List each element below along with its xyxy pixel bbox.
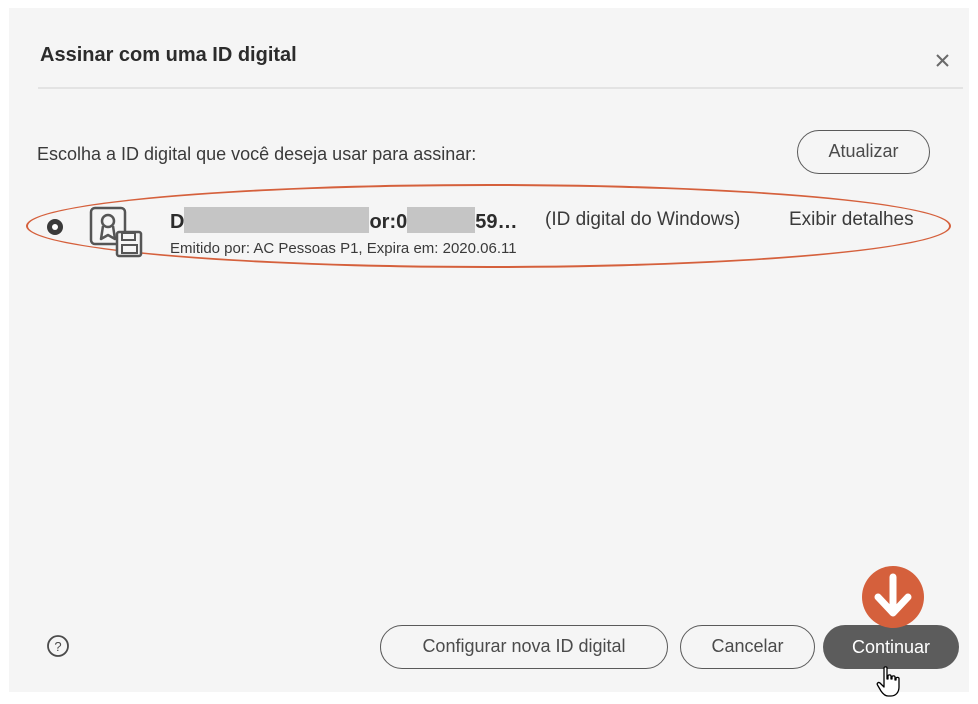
svg-text:?: ? — [54, 639, 61, 654]
id-name-middle: or:0 — [369, 211, 408, 233]
configure-new-id-button[interactable]: Configurar nova ID digital — [380, 625, 668, 669]
choose-id-prompt: Escolha a ID digital que você deseja usa… — [37, 144, 477, 164]
id-name-end: 59… — [475, 211, 518, 233]
id-name-start: D — [170, 211, 185, 233]
help-icon[interactable]: ? — [46, 634, 70, 658]
close-icon — [936, 54, 949, 67]
certificate-icon — [89, 206, 143, 258]
cancel-button[interactable]: Cancelar — [680, 625, 815, 669]
sign-with-digital-id-dialog: Assinar com uma ID digital Escolha a ID … — [9, 8, 969, 697]
view-details-link[interactable]: Exibir detalhes — [789, 209, 914, 231]
redacted-block — [184, 207, 370, 233]
digital-id-name: Dor:0 59… — [170, 207, 518, 234]
hand-cursor-icon — [876, 666, 900, 697]
digital-id-radio[interactable] — [47, 219, 63, 235]
radio-selected-dot — [52, 224, 58, 230]
redacted-block — [407, 207, 476, 233]
close-button[interactable] — [931, 48, 955, 72]
digital-id-type: (ID digital do Windows) — [545, 209, 741, 230]
arrow-down-icon — [862, 566, 924, 628]
dialog-title: Assinar com uma ID digital — [40, 44, 297, 66]
refresh-button[interactable]: Atualizar — [797, 130, 930, 174]
digital-id-issuer-info: Emitido por: AC Pessoas P1, Expira em: 2… — [170, 240, 517, 257]
title-divider — [38, 87, 963, 89]
continue-button[interactable]: Continuar — [823, 625, 959, 669]
